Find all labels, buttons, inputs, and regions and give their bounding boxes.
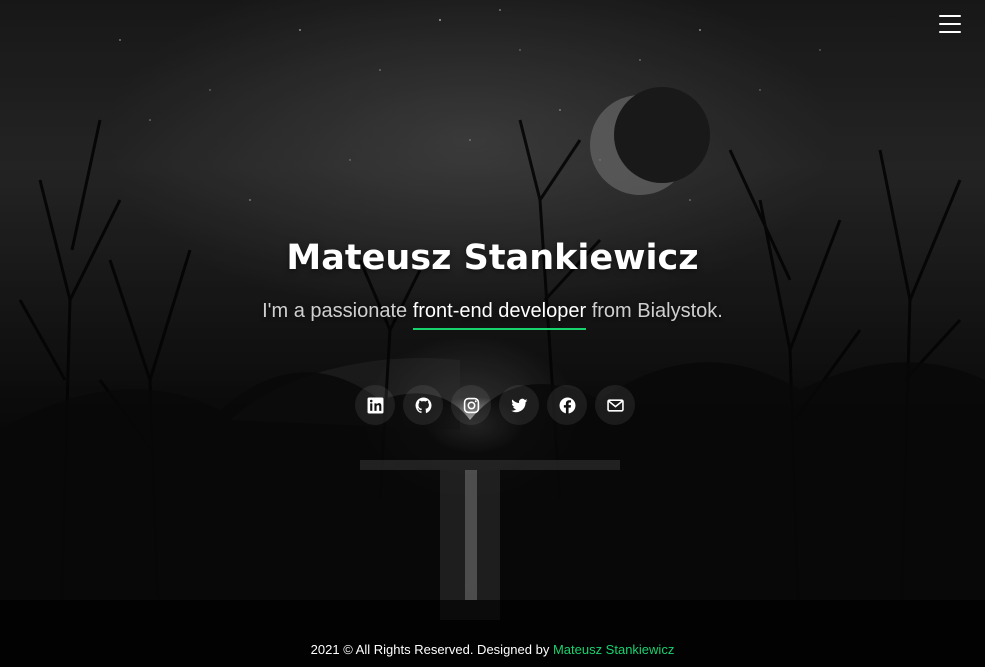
twitter-link[interactable] [499, 385, 539, 425]
twitter-icon [510, 398, 527, 412]
instagram-icon [463, 397, 479, 413]
hero-tagline: I'm a passionate front-end developer fro… [0, 300, 985, 330]
linkedin-link[interactable] [355, 385, 395, 425]
tagline-suffix: from Bialystok. [586, 300, 723, 322]
mail-icon [606, 398, 624, 412]
social-links [0, 385, 985, 425]
linkedin-icon [367, 397, 383, 413]
intro-section: Mateusz Stankiewicz I'm a passionate fro… [0, 238, 985, 330]
hero-background [0, 0, 985, 667]
tagline-prefix: I'm a passionate [262, 300, 413, 322]
menu-bar-bottom [939, 31, 961, 33]
footer-text: 2021 © All Rights Reserved. Designed by [310, 642, 553, 657]
menu-bar-middle [939, 23, 961, 25]
github-icon [415, 397, 431, 413]
hero-name: Mateusz Stankiewicz [286, 238, 699, 278]
email-link[interactable] [595, 385, 635, 425]
hero-overlay [0, 0, 985, 667]
github-link[interactable] [403, 385, 443, 425]
facebook-icon [559, 397, 575, 414]
facebook-link[interactable] [547, 385, 587, 425]
footer-author-link[interactable]: Mateusz Stankiewicz [553, 642, 674, 657]
hamburger-menu-icon[interactable] [939, 14, 961, 34]
menu-bar-top [939, 15, 961, 17]
footer: 2021 © All Rights Reserved. Designed by … [0, 642, 985, 657]
typed-role: front-end developer [412, 300, 587, 330]
instagram-link[interactable] [451, 385, 491, 425]
